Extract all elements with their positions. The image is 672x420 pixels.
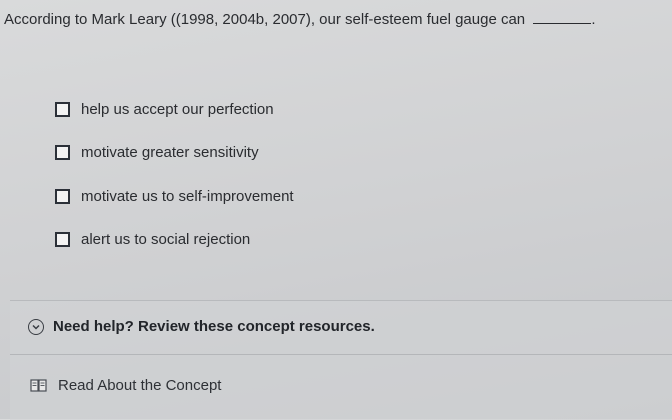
option-3[interactable]: motivate us to self-improvement xyxy=(55,185,475,207)
option-4-label[interactable]: alert us to social rejection xyxy=(81,231,250,248)
question-text: According to Mark Leary ((1998, 2004b, 2… xyxy=(4,11,526,28)
option-1-checkbox[interactable] xyxy=(55,101,70,117)
help-header-text[interactable]: Need help? Review these concept resource… xyxy=(53,318,375,335)
option-1-label[interactable]: help us accept our perfection xyxy=(81,101,274,118)
question-prompt: According to Mark Leary ((1998, 2004b, 2… xyxy=(4,9,668,30)
chevron-down-circle-icon[interactable] xyxy=(28,318,44,335)
option-4-checkbox[interactable] xyxy=(55,232,70,247)
help-panel: Need help? Review these concept resource… xyxy=(10,300,672,420)
read-about-concept-label[interactable]: Read About the Concept xyxy=(58,377,221,394)
option-4[interactable]: alert us to social rejection xyxy=(55,229,475,251)
book-icon xyxy=(30,379,47,392)
help-toggle[interactable]: Need help? Review these concept resource… xyxy=(28,318,375,335)
option-2[interactable]: motivate greater sensitivity xyxy=(55,142,475,164)
option-3-label[interactable]: motivate us to self-improvement xyxy=(81,188,294,205)
question-blank-suffix: . xyxy=(591,11,596,28)
divider xyxy=(10,354,672,355)
option-2-label[interactable]: motivate greater sensitivity xyxy=(81,144,259,161)
option-2-checkbox[interactable] xyxy=(55,145,70,160)
answer-options: help us accept our perfection motivate g… xyxy=(55,98,475,272)
answer-blank xyxy=(533,9,592,24)
option-3-checkbox[interactable] xyxy=(55,188,70,204)
option-1[interactable]: help us accept our perfection xyxy=(55,98,475,120)
read-about-concept-link[interactable]: Read About the Concept xyxy=(30,377,221,394)
